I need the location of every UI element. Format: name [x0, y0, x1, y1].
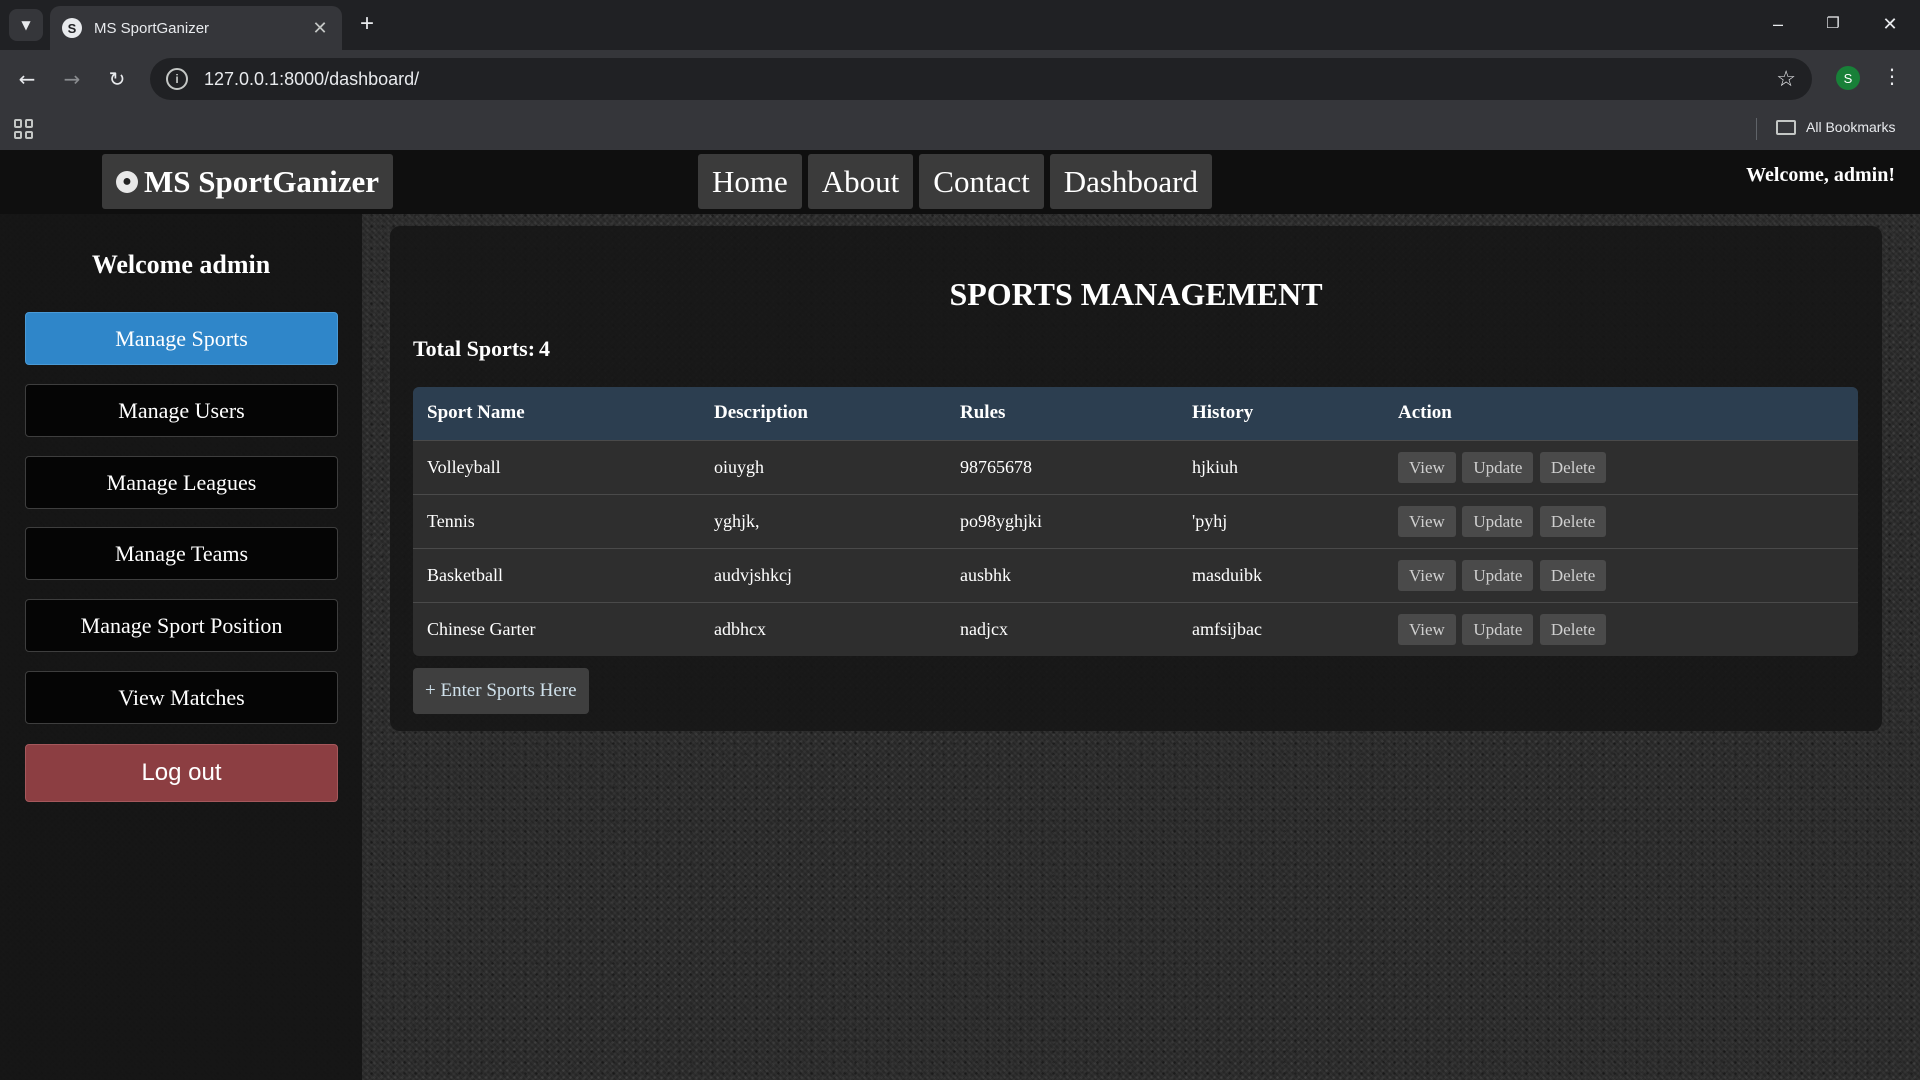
reload-icon[interactable]: ↻ [102, 64, 132, 94]
nav-dashboard[interactable]: Dashboard [1049, 154, 1212, 209]
total-sports-value: 4 [539, 336, 551, 361]
sidebar-item-view-matches[interactable]: View Matches [25, 671, 338, 724]
total-sports: Total Sports: 4 [413, 336, 550, 362]
sidebar-title: Welcome admin [91, 250, 271, 279]
nav-home[interactable]: Home [698, 154, 802, 209]
site-info-icon[interactable]: i [166, 68, 188, 90]
sidebar: Welcome admin Manage Sports Manage Users… [0, 214, 362, 1080]
all-bookmarks-label: All Bookmarks [1806, 119, 1896, 135]
update-button[interactable]: Update [1462, 451, 1534, 483]
main-nav: Home About Contact Dashboard [698, 154, 1212, 209]
bookmarks-bar: All Bookmarks [0, 108, 1920, 150]
close-tab-icon[interactable]: ✕ [310, 18, 330, 39]
welcome-message: Welcome, admin! [1746, 164, 1895, 186]
favicon-icon: S [62, 18, 82, 38]
table-row: Basketball audvjshkcj ausbhk masduibk Vi… [413, 547, 1858, 602]
page-viewport: ● MS SportGanizer Home About Contact Das… [0, 150, 1920, 1080]
forward-icon[interactable]: → [57, 64, 87, 94]
update-button[interactable]: Update [1462, 613, 1534, 645]
browser-menu-icon[interactable]: ⋮ [1880, 64, 1904, 94]
history-cell: masduibk [1178, 547, 1384, 602]
history-cell: hjkiuh [1178, 439, 1384, 494]
browser-tabstrip: ▼ S MS SportGanizer ✕ + – ❐ ✕ [0, 0, 1920, 50]
folder-icon [1776, 119, 1796, 135]
history-cell: amfsijbac [1178, 601, 1384, 656]
description-cell: adbhcx [700, 601, 946, 656]
view-button[interactable]: View [1398, 451, 1456, 483]
delete-button[interactable]: Delete [1539, 613, 1607, 645]
description-cell: audvjshkcj [700, 547, 946, 602]
sport-name-cell: Tennis [413, 493, 700, 548]
back-icon[interactable]: ← [12, 64, 42, 94]
table-row: Chinese Garter adbhcx nadjcx amfsijbac V… [413, 601, 1858, 656]
logout-button[interactable]: Log out [25, 744, 338, 802]
delete-button[interactable]: Delete [1539, 559, 1607, 591]
brand-name: MS SportGanizer [144, 163, 380, 199]
sports-table: Sport Name Description Rules History Act… [413, 387, 1858, 656]
sport-name-cell: Volleyball [413, 439, 700, 494]
rules-cell: 98765678 [946, 439, 1178, 494]
brand-link[interactable]: ● MS SportGanizer [102, 154, 394, 209]
column-header: Rules [946, 387, 1178, 440]
column-header: Sport Name [413, 387, 700, 440]
site-header: ● MS SportGanizer Home About Contact Das… [0, 150, 1920, 214]
bookmark-star-icon[interactable]: ☆ [1776, 66, 1796, 92]
all-bookmarks-button[interactable]: All Bookmarks [1776, 119, 1895, 135]
tab-search-button[interactable]: ▼ [9, 9, 43, 41]
update-button[interactable]: Update [1462, 505, 1534, 537]
brand-logo-icon: ● [116, 170, 138, 193]
table-header-row: Sport Name Description Rules History Act… [413, 387, 1858, 440]
view-button[interactable]: View [1398, 613, 1456, 645]
rules-cell: nadjcx [946, 601, 1178, 656]
bookmarks-divider [1756, 118, 1757, 140]
apps-grid-icon[interactable] [14, 119, 34, 139]
sports-management-panel: SPORTS MANAGEMENT Total Sports: 4 Sport N… [390, 226, 1882, 731]
nav-about[interactable]: About [807, 154, 914, 209]
total-sports-label: Total Sports: [413, 336, 536, 361]
enter-sports-button[interactable]: + Enter Sports Here [413, 668, 589, 714]
update-button[interactable]: Update [1462, 559, 1534, 591]
sport-name-cell: Chinese Garter [413, 601, 700, 656]
address-bar[interactable]: i 127.0.0.1:8000/dashboard/ ☆ [150, 58, 1812, 100]
description-cell: oiuygh [700, 439, 946, 494]
url-text[interactable]: 127.0.0.1:8000/dashboard/ [204, 69, 1776, 90]
profile-avatar[interactable]: S [1836, 66, 1860, 90]
column-header: Description [700, 387, 946, 440]
action-cell: View Update Delete [1384, 439, 1858, 494]
view-button[interactable]: View [1398, 505, 1456, 537]
delete-button[interactable]: Delete [1539, 451, 1607, 483]
rules-cell: ausbhk [946, 547, 1178, 602]
nav-contact[interactable]: Contact [919, 154, 1044, 209]
action-cell: View Update Delete [1384, 547, 1858, 602]
table-row: Tennis yghjk, po98yghjki 'pyhj View Upda… [413, 493, 1858, 548]
sport-name-cell: Basketball [413, 547, 700, 602]
browser-toolbar: ← → ↻ i 127.0.0.1:8000/dashboard/ ☆ S ⋮ [0, 50, 1920, 108]
tab-title: MS SportGanizer [94, 19, 210, 37]
close-window-icon[interactable]: ✕ [1870, 8, 1910, 40]
sidebar-item-manage-teams[interactable]: Manage Teams [25, 527, 338, 580]
page-title: SPORTS MANAGEMENT [949, 276, 1323, 312]
column-header: Action [1384, 387, 1858, 440]
table-row: Volleyball oiuygh 98765678 hjkiuh View U… [413, 439, 1858, 494]
browser-tab[interactable]: S MS SportGanizer ✕ [50, 6, 342, 50]
chevron-down-icon: ▼ [21, 18, 31, 32]
restore-icon[interactable]: ❐ [1813, 8, 1853, 40]
sidebar-item-manage-sport-position[interactable]: Manage Sport Position [25, 599, 338, 652]
minimize-icon[interactable]: – [1758, 8, 1798, 40]
new-tab-button[interactable]: + [354, 12, 380, 38]
column-header: History [1178, 387, 1384, 440]
delete-button[interactable]: Delete [1539, 505, 1607, 537]
action-cell: View Update Delete [1384, 601, 1858, 656]
sidebar-item-manage-leagues[interactable]: Manage Leagues [25, 456, 338, 509]
history-cell: 'pyhj [1178, 493, 1384, 548]
rules-cell: po98yghjki [946, 493, 1178, 548]
action-cell: View Update Delete [1384, 493, 1858, 548]
sidebar-item-manage-sports[interactable]: Manage Sports [25, 312, 338, 365]
description-cell: yghjk, [700, 493, 946, 548]
sidebar-item-manage-users[interactable]: Manage Users [25, 384, 338, 437]
view-button[interactable]: View [1398, 559, 1456, 591]
